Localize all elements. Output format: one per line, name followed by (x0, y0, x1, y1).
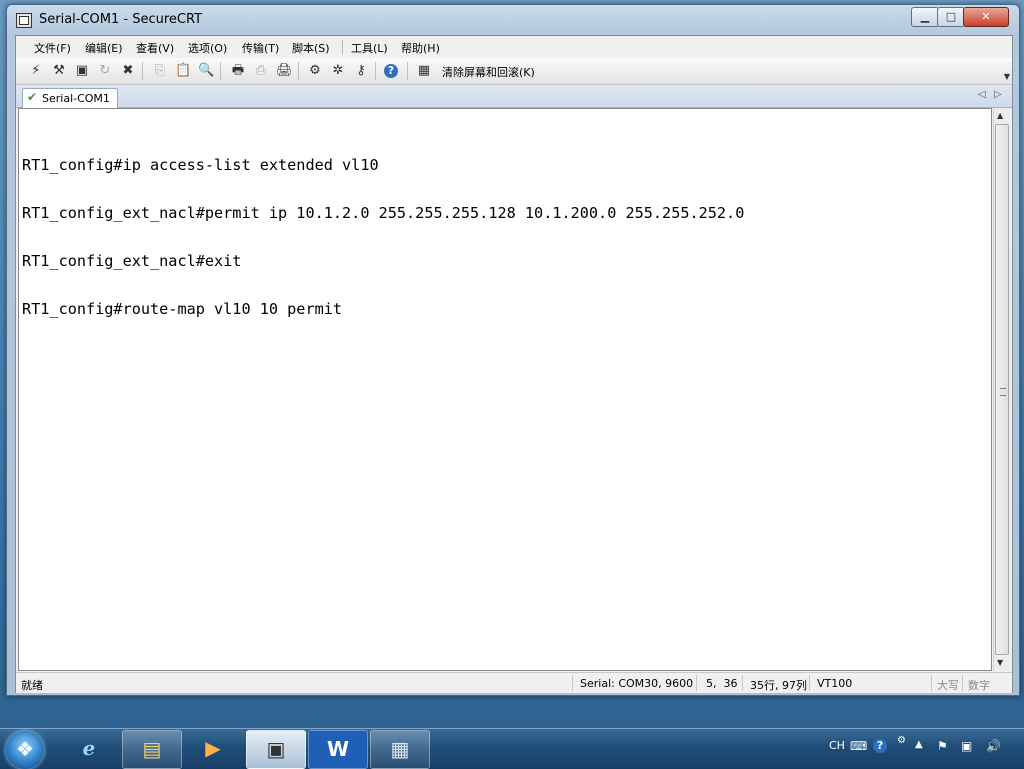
status-bar: 就绪 Serial: COM30, 9600 5, 36 35行, 97列 VT… (16, 672, 1012, 693)
scroll-up-icon[interactable]: ▲ (997, 111, 1003, 120)
menu-view[interactable]: 查看(V) (136, 40, 174, 56)
status-size: 35行, 97列 (750, 679, 807, 692)
status-num: 数字 (968, 679, 990, 692)
maximize-button[interactable]: □ (937, 7, 965, 27)
ie-icon[interactable]: e (60, 730, 118, 767)
status-separator (742, 675, 743, 691)
copy-icon[interactable]: ⎘ (152, 63, 168, 79)
terminal-output[interactable]: RT1_config#ip access-list extended vl10 … (18, 108, 992, 671)
session-options-icon[interactable]: ⚙ (307, 63, 323, 79)
explorer-icon[interactable]: ▤ (122, 730, 182, 769)
status-ready: 就绪 (21, 679, 43, 692)
toolbar-separator (142, 62, 143, 80)
scrollbar-grip-icon (1000, 388, 1006, 396)
print-icon[interactable]: 🖶 (230, 63, 246, 79)
connect-tab-icon[interactable]: ▣ (74, 63, 90, 79)
status-caps: 大写 (937, 679, 959, 692)
menu-tools[interactable]: 工具(L) (351, 40, 388, 56)
toolbar-separator (220, 62, 221, 80)
taskbar: e ▤ ▶ ▣ W ▦ CH ⌨ ? ⚙ ▲ ⚑ ▣ 🔊 (0, 728, 1024, 769)
toolbar-separator (375, 62, 376, 80)
keyboard-icon[interactable]: ⌨ (850, 739, 867, 753)
minimize-button[interactable]: ▁ (911, 7, 939, 27)
vertical-scrollbar[interactable]: ▲ ▼ (993, 108, 1010, 671)
title-bar[interactable]: Serial-COM1 - SecureCRT ▁ □ ✕ (7, 5, 1019, 35)
help-tray-icon[interactable]: ? (873, 739, 887, 753)
toolbar-separator (298, 62, 299, 80)
close-button[interactable]: ✕ (963, 7, 1009, 27)
quick-connect-icon[interactable]: ⚒ (51, 63, 67, 79)
menu-transfer[interactable]: 传输(T) (242, 40, 279, 56)
status-cursor: 5, 36 (706, 677, 738, 690)
disconnect-icon[interactable]: ✖ (120, 63, 136, 79)
tab-serial-com1[interactable]: ✔ Serial-COM1 (22, 88, 118, 108)
status-separator (696, 675, 697, 691)
menu-edit[interactable]: 编辑(E) (85, 40, 123, 56)
status-separator (809, 675, 810, 691)
toolbar: ⚡ ⚒ ▣ ↻ ✖ ⎘ 📋 🔍 🖶 ⎙ 🖨 ⚙ ✲ ⚷ ? ▦ 清除屏幕和回滚(… (16, 58, 1012, 85)
terminal-line: RT1_config_ext_nacl#exit (22, 252, 242, 270)
connected-check-icon: ✔ (27, 90, 38, 104)
global-options-icon[interactable]: ✲ (330, 63, 346, 79)
menu-separator (342, 40, 343, 55)
tab-label: Serial-COM1 (42, 92, 110, 105)
help-icon[interactable]: ? (384, 64, 398, 78)
volume-icon[interactable]: 🔊 (986, 739, 1001, 753)
find-icon[interactable]: 🔍 (198, 63, 214, 79)
toolbar-overflow-icon[interactable]: ▼ (1004, 72, 1010, 81)
word-icon[interactable]: W (308, 730, 368, 769)
status-emulation: VT100 (817, 677, 853, 690)
show-hidden-icons-icon[interactable]: ▲ (915, 739, 923, 750)
client-area: 文件(F) 编辑(E) 查看(V) 选项(O) 传输(T) 脚本(S) 工具(L… (15, 35, 1013, 693)
securecrt-window: Serial-COM1 - SecureCRT ▁ □ ✕ 文件(F) 编辑(E… (6, 4, 1020, 696)
network-icon[interactable]: ▣ (961, 739, 972, 753)
window-title: Serial-COM1 - SecureCRT (39, 12, 203, 27)
tab-prev-icon[interactable]: ◁ (978, 89, 986, 100)
printer-icon[interactable]: 🖨 (276, 63, 293, 79)
media-player-icon[interactable]: ▶ (184, 730, 242, 767)
paste-icon[interactable]: 📋 (175, 63, 191, 79)
menu-script[interactable]: 脚本(S) (292, 40, 330, 56)
menu-help[interactable]: 帮助(H) (401, 40, 440, 56)
status-separator (572, 675, 573, 691)
start-button[interactable] (6, 731, 44, 769)
status-connection: Serial: COM30, 9600 (580, 677, 694, 690)
app-icon (16, 13, 32, 28)
menu-options[interactable]: 选项(O) (188, 40, 227, 56)
reconnect-icon[interactable]: ↻ (97, 63, 113, 79)
notepad-icon[interactable]: ▦ (370, 730, 430, 769)
ime-options-icon[interactable]: ⚙ (897, 735, 906, 746)
connect-icon[interactable]: ⚡ (28, 63, 44, 79)
terminal-line: RT1_config_ext_nacl#permit ip 10.1.2.0 2… (22, 204, 745, 222)
scrollbar-thumb[interactable] (995, 124, 1009, 655)
status-separator (931, 675, 932, 691)
clear-screen-icon[interactable]: ▦ (416, 63, 432, 79)
status-separator (962, 675, 963, 691)
clear-screen-button[interactable]: 清除屏幕和回滚(K) (442, 64, 535, 80)
menu-bar: 文件(F) 编辑(E) 查看(V) 选项(O) 传输(T) 脚本(S) 工具(L… (16, 36, 1012, 58)
scroll-down-icon[interactable]: ▼ (997, 658, 1003, 667)
terminal-line: RT1_config#ip access-list extended vl10 (22, 156, 379, 174)
action-center-icon[interactable]: ⚑ (937, 739, 948, 753)
keymap-icon[interactable]: ⚷ (353, 63, 369, 79)
menu-file[interactable]: 文件(F) (34, 40, 71, 56)
securecrt-task-icon[interactable]: ▣ (246, 730, 306, 769)
toolbar-separator (407, 62, 408, 80)
session-tab-bar: ✔ Serial-COM1 ◁ ▷ (16, 85, 1012, 108)
terminal-line: RT1_config#route-map vl10 10 permit (22, 300, 343, 318)
print-selection-icon[interactable]: ⎙ (253, 63, 269, 79)
ime-indicator[interactable]: CH (829, 739, 845, 752)
tab-next-icon[interactable]: ▷ (994, 89, 1002, 100)
